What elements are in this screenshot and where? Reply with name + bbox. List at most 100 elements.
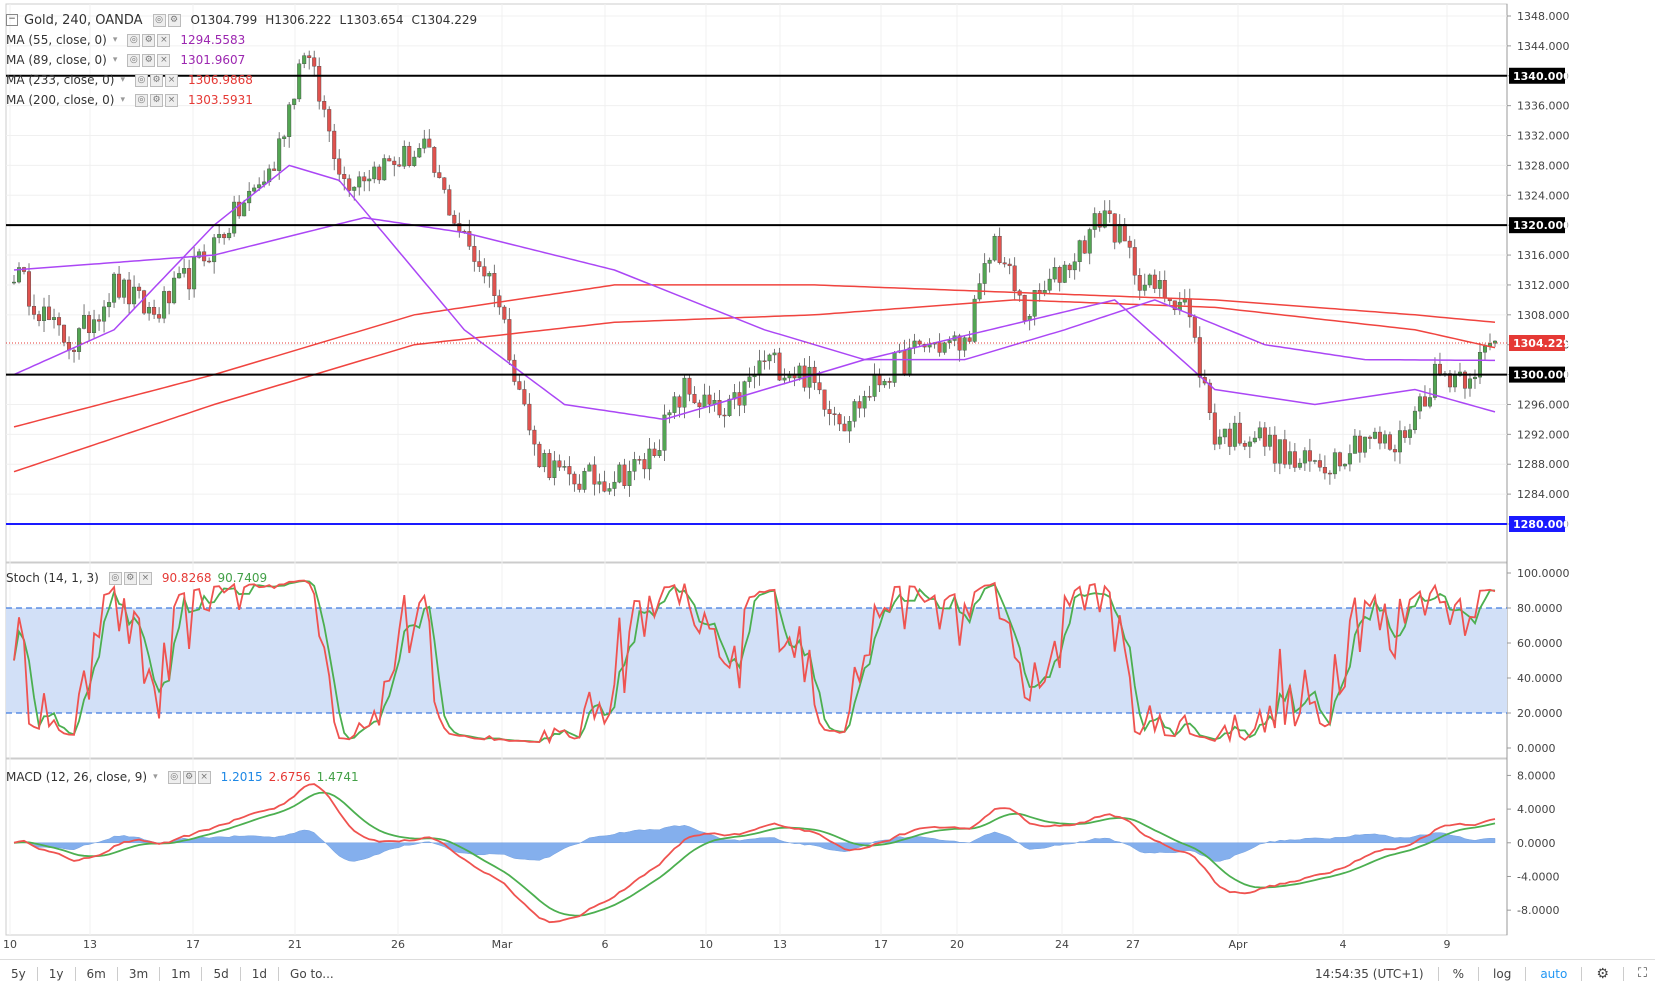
candle-body	[137, 286, 142, 291]
candle-body	[1257, 427, 1262, 439]
candle-body	[1302, 450, 1307, 464]
range-1y[interactable]: 1y	[38, 967, 75, 981]
ma-200-row[interactable]: MA (200, close, 0) ▾ ◎ ⚙ × 1303.5931	[6, 90, 485, 110]
chevron-down-icon[interactable]: ▾	[153, 772, 158, 782]
candle-body	[147, 307, 152, 314]
time-tick-label: 27	[1126, 938, 1140, 951]
candle-body	[592, 464, 597, 485]
chevron-down-icon[interactable]: ▾	[113, 35, 118, 45]
candle-body	[452, 214, 457, 224]
close-icon[interactable]: ×	[197, 770, 211, 784]
auto-toggle[interactable]: auto	[1540, 967, 1567, 981]
candle-body	[1297, 462, 1302, 468]
eye-icon[interactable]: ◎	[127, 53, 141, 67]
candle-body	[1362, 436, 1367, 453]
price-tick-label: 1324.000	[1517, 189, 1570, 202]
candle-body	[122, 279, 127, 298]
chevron-down-icon[interactable]: ▾	[120, 95, 125, 105]
go-to-button[interactable]: Go to...	[279, 967, 345, 981]
settings-icon[interactable]: ⚙	[182, 770, 196, 784]
settings-icon[interactable]: ⚙	[142, 33, 156, 47]
range-5y[interactable]: 5y	[0, 967, 37, 981]
time-tick-label: 20	[950, 938, 964, 951]
chart-area[interactable]: 1348.000 1344.000 1340.000 1336.000 1332.000…	[0, 0, 1655, 986]
eye-icon[interactable]: ◎	[127, 33, 141, 47]
eye-icon[interactable]: ◎	[167, 770, 181, 784]
close-icon[interactable]: ×	[164, 93, 178, 107]
candle-body	[72, 349, 77, 352]
level-label-text: 1300.000	[1513, 369, 1571, 382]
collapse-icon[interactable]: −	[6, 14, 18, 26]
candle-body	[127, 279, 132, 305]
gear-icon[interactable]: ⚙	[1596, 966, 1609, 982]
candle-body	[627, 471, 632, 486]
chevron-down-icon[interactable]: ▾	[120, 75, 125, 85]
candle-body	[862, 396, 867, 409]
candle-body	[857, 401, 862, 409]
candle-body	[532, 429, 537, 445]
range-1m[interactable]: 1m	[160, 967, 201, 981]
candle-body	[47, 306, 52, 320]
settings-icon[interactable]: ⚙	[123, 571, 137, 585]
close-icon[interactable]: ×	[157, 53, 171, 67]
symbol-title[interactable]: Gold, 240, OANDA	[24, 13, 143, 28]
close-icon[interactable]: ×	[157, 33, 171, 47]
close-icon[interactable]: ×	[164, 73, 178, 87]
candle-body	[847, 421, 852, 432]
candle-body	[722, 414, 727, 417]
candle-body	[1342, 463, 1347, 467]
candle-body	[397, 164, 402, 167]
candle-body	[987, 259, 992, 264]
candle-body	[837, 414, 842, 425]
settings-icon[interactable]: ⚙	[149, 93, 163, 107]
macd-legend: MACD (12, 26, close, 9) ▾ ◎ ⚙ × 1.2015 2.6756 1…	[6, 770, 359, 784]
eye-icon[interactable]: ◎	[152, 13, 166, 27]
eye-icon[interactable]: ◎	[134, 73, 148, 87]
candle-body	[272, 168, 277, 171]
candle-body	[572, 473, 577, 485]
log-toggle[interactable]: log	[1493, 967, 1511, 981]
candle-body	[1477, 352, 1482, 378]
level-label-text: 1340.000	[1513, 70, 1571, 83]
time-tick-label: Apr	[1228, 938, 1248, 951]
ma-55-row[interactable]: MA (55, close, 0) ▾ ◎ ⚙ × 1294.5583	[6, 30, 485, 50]
range-3m[interactable]: 3m	[118, 967, 159, 981]
candle-body	[582, 471, 587, 490]
eye-icon[interactable]: ◎	[108, 571, 122, 585]
time-tick-label: 13	[773, 938, 787, 951]
ma-89-row[interactable]: MA (89, close, 0) ▾ ◎ ⚙ × 1301.9607	[6, 50, 485, 70]
ma-233-row[interactable]: MA (233, close, 0) ▾ ◎ ⚙ × 1306.9868	[6, 70, 485, 90]
stoch-tick-label: 100.0000	[1517, 567, 1570, 580]
price-tick-label: 1336.000	[1517, 100, 1570, 113]
stoch-tick-label: 20.0000	[1517, 707, 1563, 720]
range-1d[interactable]: 1d	[241, 967, 278, 981]
candle-body	[867, 396, 872, 398]
eye-icon[interactable]: ◎	[134, 93, 148, 107]
range-6m[interactable]: 6m	[76, 967, 117, 981]
fullscreen-icon[interactable]: ⛶	[1638, 966, 1647, 981]
candle-body	[642, 459, 647, 470]
candle-body	[207, 260, 212, 263]
candle-body	[1002, 262, 1007, 265]
candle-body	[82, 315, 87, 329]
candle-body	[1212, 412, 1217, 445]
candle-body	[52, 317, 57, 320]
candle-body	[1077, 240, 1082, 262]
candle-body	[1427, 397, 1432, 407]
close-icon[interactable]: ×	[138, 571, 152, 585]
clock-time[interactable]: 14:54:35 (UTC+1)	[1315, 967, 1424, 981]
candle-body	[492, 273, 497, 296]
settings-icon[interactable]: ⚙	[142, 53, 156, 67]
settings-icon[interactable]: ⚙	[149, 73, 163, 87]
candle-body	[1197, 337, 1202, 378]
candle-body	[282, 136, 287, 139]
percent-toggle[interactable]: %	[1453, 967, 1464, 981]
legend-buttons[interactable]: ◎ ⚙	[152, 13, 181, 27]
range-5d[interactable]: 5d	[202, 967, 239, 981]
settings-icon[interactable]: ⚙	[167, 13, 181, 27]
chevron-down-icon[interactable]: ▾	[113, 55, 118, 65]
candle-body	[522, 389, 527, 405]
high-value: H1306.222	[265, 13, 332, 27]
candle-body	[562, 466, 567, 468]
candle-body	[1287, 451, 1292, 465]
